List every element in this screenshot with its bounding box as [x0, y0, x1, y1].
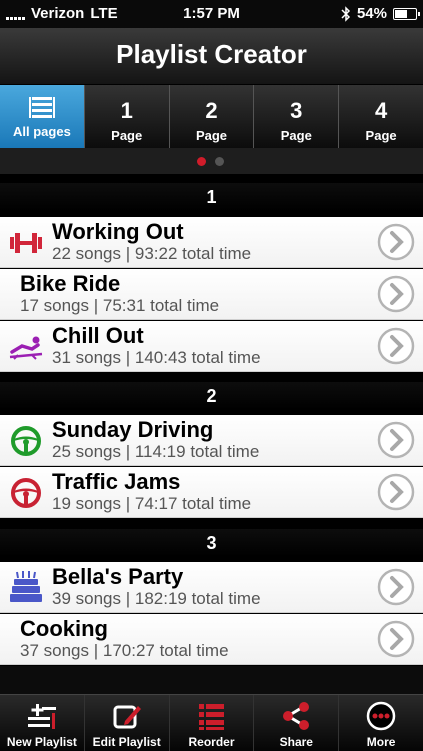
playlist-title: Working Out: [52, 219, 184, 244]
playlist-info: 25 songs | 114:19 total time: [52, 442, 260, 461]
page-number: 3: [290, 98, 303, 123]
edit-playlist-button[interactable]: Edit Playlist: [85, 695, 170, 751]
page-2-button[interactable]: 2 Page: [170, 85, 255, 148]
tab-label: More: [366, 735, 396, 749]
page-selector: All pages 1 Page 2 Page 3 Page 4 Page: [0, 85, 423, 148]
battery-icon: [393, 7, 420, 20]
tab-label: Edit Playlist: [92, 735, 161, 749]
page-label: Page: [365, 128, 397, 143]
page-number: 4: [374, 98, 388, 123]
page-indicator: [0, 148, 423, 174]
playlist-title: Cooking: [20, 616, 108, 641]
chevron-right-icon[interactable]: [377, 421, 415, 459]
playlist-title: Sunday Driving: [52, 417, 214, 442]
share-button[interactable]: Share: [254, 695, 340, 751]
page-title: Playlist Creator: [0, 28, 423, 85]
share-icon: [283, 702, 310, 730]
playlist-info: 19 songs | 74:17 total time: [52, 494, 252, 513]
playlist-title: Chill Out: [52, 323, 144, 348]
tab-label: Share: [279, 735, 313, 749]
toolbar: New Playlist Edit Playlist Reorder Share: [0, 694, 423, 751]
steering-wheel-icon: [11, 426, 41, 456]
section-header: 1: [0, 183, 423, 211]
playlist-title: Bella's Party: [52, 564, 184, 589]
new-playlist-button[interactable]: New Playlist: [0, 695, 85, 751]
edit-icon: [113, 705, 141, 729]
playlist-info: 37 songs | 170:27 total time: [20, 641, 229, 660]
reorder-icon: [199, 704, 225, 730]
page-label: Page: [280, 128, 312, 143]
page-dot: [215, 157, 224, 166]
chevron-right-icon[interactable]: [377, 327, 415, 365]
new-playlist-icon: [27, 704, 56, 729]
dumbbell-icon: [10, 233, 42, 253]
lounger-icon: [9, 336, 43, 360]
chevron-right-icon[interactable]: [377, 620, 415, 658]
playlist-info: 17 songs | 75:31 total time: [20, 296, 220, 315]
page-label: Page: [111, 128, 143, 143]
birthday-cake-icon: [10, 571, 42, 602]
all-pages-label: All pages: [13, 124, 71, 139]
reorder-button[interactable]: Reorder: [170, 695, 255, 751]
playlist-info: 39 songs | 182:19 total time: [52, 589, 261, 608]
chevron-right-icon[interactable]: [377, 568, 415, 606]
page-4-button[interactable]: 4 Page: [339, 85, 423, 148]
playlist-row-traffic-jams[interactable]: Traffic Jams 19 songs | 74:17 total time: [0, 467, 423, 518]
playlist-row-bellas-party[interactable]: Bella's Party 39 songs | 182:19 total ti…: [0, 562, 423, 613]
tab-label: Reorder: [188, 735, 235, 749]
page-label: Page: [195, 128, 228, 143]
page-number: 1: [120, 98, 133, 123]
page-dot-active: [197, 157, 206, 166]
status-right: 54%: [341, 5, 420, 22]
steering-wheel-icon: [11, 478, 41, 508]
playlist-title: Bike Ride: [20, 271, 121, 296]
section-header: 2: [0, 382, 423, 410]
section-header: 3: [0, 529, 423, 557]
list-icon: [28, 97, 55, 118]
playlist-info: 22 songs | 93:22 total time: [52, 244, 252, 263]
playlist-info: 31 songs | 140:43 total time: [52, 348, 261, 367]
playlist-row-chill-out[interactable]: Chill Out 31 songs | 140:43 total time: [0, 321, 423, 372]
more-icon: [366, 701, 396, 731]
page-3-button[interactable]: 3 Page: [254, 85, 340, 148]
chevron-right-icon[interactable]: [377, 275, 415, 313]
playlist-row-cooking[interactable]: Cooking 37 songs | 170:27 total time: [0, 614, 423, 665]
playlist-row-working-out[interactable]: Working Out 22 songs | 93:22 total time: [0, 217, 423, 268]
chevron-right-icon[interactable]: [377, 473, 415, 511]
list-footer: [0, 666, 423, 694]
chevron-right-icon[interactable]: [377, 223, 415, 261]
playlist-row-bike-ride[interactable]: Bike Ride 17 songs | 75:31 total time: [0, 269, 423, 320]
status-bar: Verizon LTE 1:57 PM 54%: [0, 0, 423, 28]
page-number: 2: [205, 98, 218, 123]
tab-label: New Playlist: [6, 735, 77, 749]
all-pages-button[interactable]: All pages: [0, 85, 85, 148]
page-1-button[interactable]: 1 Page: [85, 85, 170, 148]
playlist-row-sunday-driving[interactable]: Sunday Driving 25 songs | 114:19 total t…: [0, 415, 423, 466]
playlist-title: Traffic Jams: [52, 469, 181, 494]
battery-percent: 54%: [356, 5, 387, 22]
more-button[interactable]: More: [339, 695, 423, 751]
bluetooth-icon: [341, 5, 351, 22]
